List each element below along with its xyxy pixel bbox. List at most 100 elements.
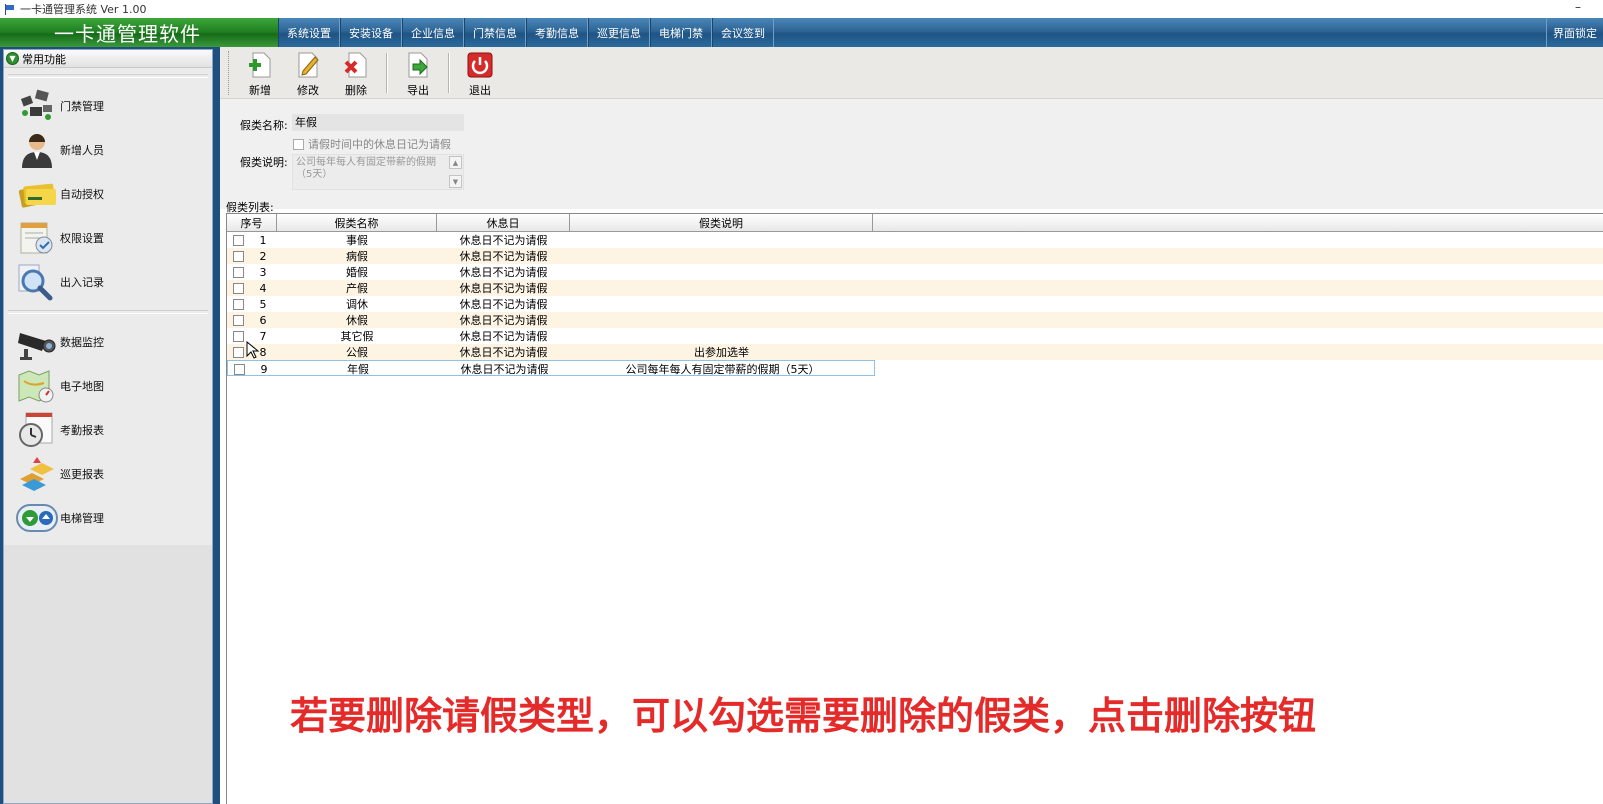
cell-desc: [570, 232, 873, 248]
cell-desc: [570, 312, 873, 328]
menu-elevator-access[interactable]: 电梯门禁: [650, 18, 712, 47]
permission-icon: [16, 219, 58, 257]
table-row-selected[interactable]: 9 年假 休息日不记为请假 公司每年每人有固定带薪的假期（5天）: [227, 360, 875, 376]
table-row[interactable]: 4 产假 休息日不记为请假: [227, 280, 1603, 296]
add-button[interactable]: 新增: [236, 47, 284, 99]
cell-desc: [570, 328, 873, 344]
mouse-cursor-icon: [246, 340, 260, 359]
cell-desc: [570, 248, 873, 264]
sidebar-divider: [8, 310, 208, 314]
toolbar-grip[interactable]: [228, 51, 232, 95]
menu-company-info[interactable]: 企业信息: [402, 18, 464, 47]
row-checkbox[interactable]: [228, 361, 250, 377]
menu-install-device[interactable]: 安装设备: [340, 18, 402, 47]
scroll-down-icon[interactable]: ▼: [449, 175, 462, 188]
table-row[interactable]: 8 公假 休息日不记为请假 出参加选举: [227, 344, 1603, 360]
table-row[interactable]: 6 休假 休息日不记为请假: [227, 312, 1603, 328]
person-icon: [16, 131, 58, 169]
minimize-button[interactable]: –: [1575, 0, 1581, 14]
cell-no: 9: [260, 362, 268, 376]
sidebar-item-patrol-report[interactable]: 巡更报表: [4, 452, 212, 496]
cell-name: 产假: [346, 282, 368, 295]
map-icon: [16, 367, 58, 405]
row-checkbox[interactable]: [227, 264, 249, 280]
count-restday-checkbox[interactable]: 请假时间中的休息日记为请假: [293, 136, 451, 152]
sidebar-item-elevator[interactable]: 电梯管理: [4, 496, 212, 540]
clock-icon: [16, 411, 58, 449]
sidebar-item-permissions[interactable]: 权限设置: [4, 216, 212, 260]
menu-attendance-info[interactable]: 考勤信息: [526, 18, 588, 47]
cell-no: 2: [259, 249, 267, 263]
sidebar-item-data-monitor[interactable]: 数据监控: [4, 320, 212, 364]
sidebar-item-add-person[interactable]: 新增人员: [4, 128, 212, 172]
cell-name: 调休: [346, 298, 368, 311]
door-access-icon: [16, 87, 58, 125]
menu-lock-interface[interactable]: 界面锁定: [1546, 18, 1603, 47]
row-checkbox[interactable]: [227, 296, 249, 312]
table-row[interactable]: 5 调休 休息日不记为请假: [227, 296, 1603, 312]
col-header-filler: [873, 214, 1603, 231]
table-row[interactable]: 2 病假 休息日不记为请假: [227, 248, 1603, 264]
desc-label: 假类说明:: [240, 156, 288, 169]
pencil-edit-icon: [295, 51, 321, 79]
sidebar-item-auto-authorize[interactable]: 自动授权: [4, 172, 212, 216]
cell-name: 婚假: [346, 266, 368, 279]
magnifier-icon: [16, 263, 58, 301]
cell-restday: 休息日不记为请假: [459, 346, 548, 359]
sidebar-item-label: 电子地图: [60, 380, 104, 393]
col-header-desc[interactable]: 假类说明: [570, 214, 873, 231]
cell-desc: 出参加选举: [694, 346, 749, 359]
leave-type-form: 假类名称: 年假 请假时间中的休息日记为请假 假类说明: 公司每年每人有固定带薪…: [220, 99, 1603, 209]
col-header-no[interactable]: 序号: [227, 214, 277, 231]
collapse-chevron-icon[interactable]: ▼: [6, 52, 19, 65]
cell-no: 4: [259, 281, 267, 295]
cell-name: 休假: [346, 314, 368, 327]
table-row[interactable]: 7 其它假 休息日不记为请假: [227, 328, 1603, 344]
sidebar-frame: ▼ 常用功能 门禁管理 新增人员 自动授权 权限设置 出入记录 数据监控 电子地…: [0, 47, 218, 804]
menu-patrol-info[interactable]: 巡更信息: [588, 18, 650, 47]
delete-button[interactable]: 删除: [332, 47, 380, 99]
row-checkbox[interactable]: [227, 312, 249, 328]
menu-system-settings[interactable]: 系统设置: [278, 18, 340, 47]
power-icon: [467, 51, 493, 79]
leave-desc-text: 公司每年每人有固定带薪的假期（5天）: [296, 157, 436, 180]
cell-name: 病假: [346, 250, 368, 263]
menu-meeting-signin[interactable]: 会议签到: [712, 18, 774, 47]
toolbar-separator: [448, 53, 450, 93]
row-checkbox[interactable]: [227, 280, 249, 296]
row-checkbox[interactable]: [227, 232, 249, 248]
sidebar-header[interactable]: ▼ 常用功能: [4, 50, 212, 68]
checkbox-square[interactable]: [293, 138, 304, 150]
sidebar-empty-area: [4, 545, 212, 803]
sidebar-item-label: 自动授权: [60, 188, 104, 201]
col-header-restday[interactable]: 休息日: [437, 214, 570, 231]
cell-restday: 休息日不记为请假: [459, 266, 548, 279]
cell-restday: 休息日不记为请假: [459, 234, 548, 247]
cell-restday: 休息日不记为请假: [459, 298, 548, 311]
exit-button[interactable]: 退出: [456, 47, 504, 99]
col-header-name[interactable]: 假类名称: [277, 214, 437, 231]
menu-access-info[interactable]: 门禁信息: [464, 18, 526, 47]
cell-restday: 休息日不记为请假: [459, 282, 548, 295]
sidebar-item-electronic-map[interactable]: 电子地图: [4, 364, 212, 408]
leave-desc-field[interactable]: 公司每年每人有固定带薪的假期（5天） ▲ ▼: [292, 154, 464, 190]
scroll-up-icon[interactable]: ▲: [449, 156, 462, 169]
leave-name-field[interactable]: 年假: [292, 114, 464, 131]
sidebar-item-label: 门禁管理: [60, 100, 104, 113]
cell-no: 5: [259, 297, 267, 311]
sidebar-item-attendance-report[interactable]: 考勤报表: [4, 408, 212, 452]
table-row[interactable]: 3 婚假 休息日不记为请假: [227, 264, 1603, 280]
add-icon: [247, 51, 273, 79]
cell-desc: [570, 264, 873, 280]
sidebar-header-label: 常用功能: [22, 52, 66, 66]
sidebar-item-label: 新增人员: [60, 144, 104, 157]
export-button[interactable]: 导出: [394, 47, 442, 99]
sidebar-item-label: 电梯管理: [60, 512, 104, 525]
sidebar-divider: [8, 74, 208, 78]
cell-desc: 公司每年每人有固定带薪的假期（5天）: [625, 363, 820, 376]
sidebar-item-door-access[interactable]: 门禁管理: [4, 84, 212, 128]
table-row[interactable]: 1 事假 休息日不记为请假: [227, 232, 1603, 248]
edit-button[interactable]: 修改: [284, 47, 332, 99]
row-checkbox[interactable]: [227, 248, 249, 264]
sidebar-item-access-records[interactable]: 出入记录: [4, 260, 212, 304]
